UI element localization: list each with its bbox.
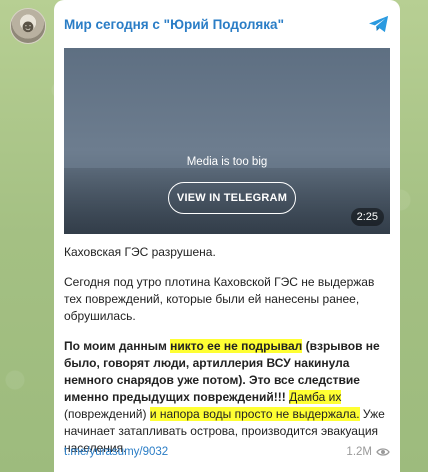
channel-avatar[interactable]: ☻ — [10, 8, 46, 44]
telegram-icon[interactable] — [368, 14, 390, 34]
channel-name-link[interactable]: Мир сегодня с "Юрий Подоляка" — [64, 17, 284, 32]
post-link[interactable]: t.me/yurasumy/9032 — [64, 446, 168, 458]
message-header: Мир сегодня с "Юрий Подоляка" — [54, 0, 400, 48]
post-title: Каховская ГЭС разрушена. — [64, 245, 216, 259]
p2-text-d: (повреждений) — [64, 407, 150, 421]
post-paragraph-2: По моим данным никто ее не подрывал (взр… — [64, 338, 390, 457]
video-duration-badge: 2:25 — [350, 208, 384, 226]
message-footer: t.me/yurasumy/9032 1.2M — [64, 446, 390, 458]
p2-highlight-3: и напора воды просто не выдержала. — [149, 407, 360, 421]
eye-icon — [376, 448, 390, 456]
view-in-telegram-button[interactable]: VIEW IN TELEGRAM — [168, 182, 296, 214]
p2-highlight-2: Дамба их — [289, 390, 342, 404]
post-paragraph-1: Сегодня под утро плотина Каховской ГЭС н… — [64, 275, 375, 323]
view-count: 1.2M — [346, 446, 390, 458]
media-too-big-message: Media is too big — [186, 156, 268, 168]
p2-highlight-1: никто ее не подрывал — [170, 339, 303, 353]
video-preview[interactable]: Media is too big VIEW IN TELEGRAM 2:25 — [64, 48, 390, 234]
view-count-value: 1.2M — [346, 446, 372, 458]
avatar-image: ☻ — [18, 15, 38, 36]
message-card: Мир сегодня с "Юрий Подоляка" Media is t… — [54, 0, 400, 472]
message-text: Каховская ГЭС разрушена. Сегодня под утр… — [54, 234, 400, 457]
p2-text-a: По моим данным — [64, 339, 171, 353]
